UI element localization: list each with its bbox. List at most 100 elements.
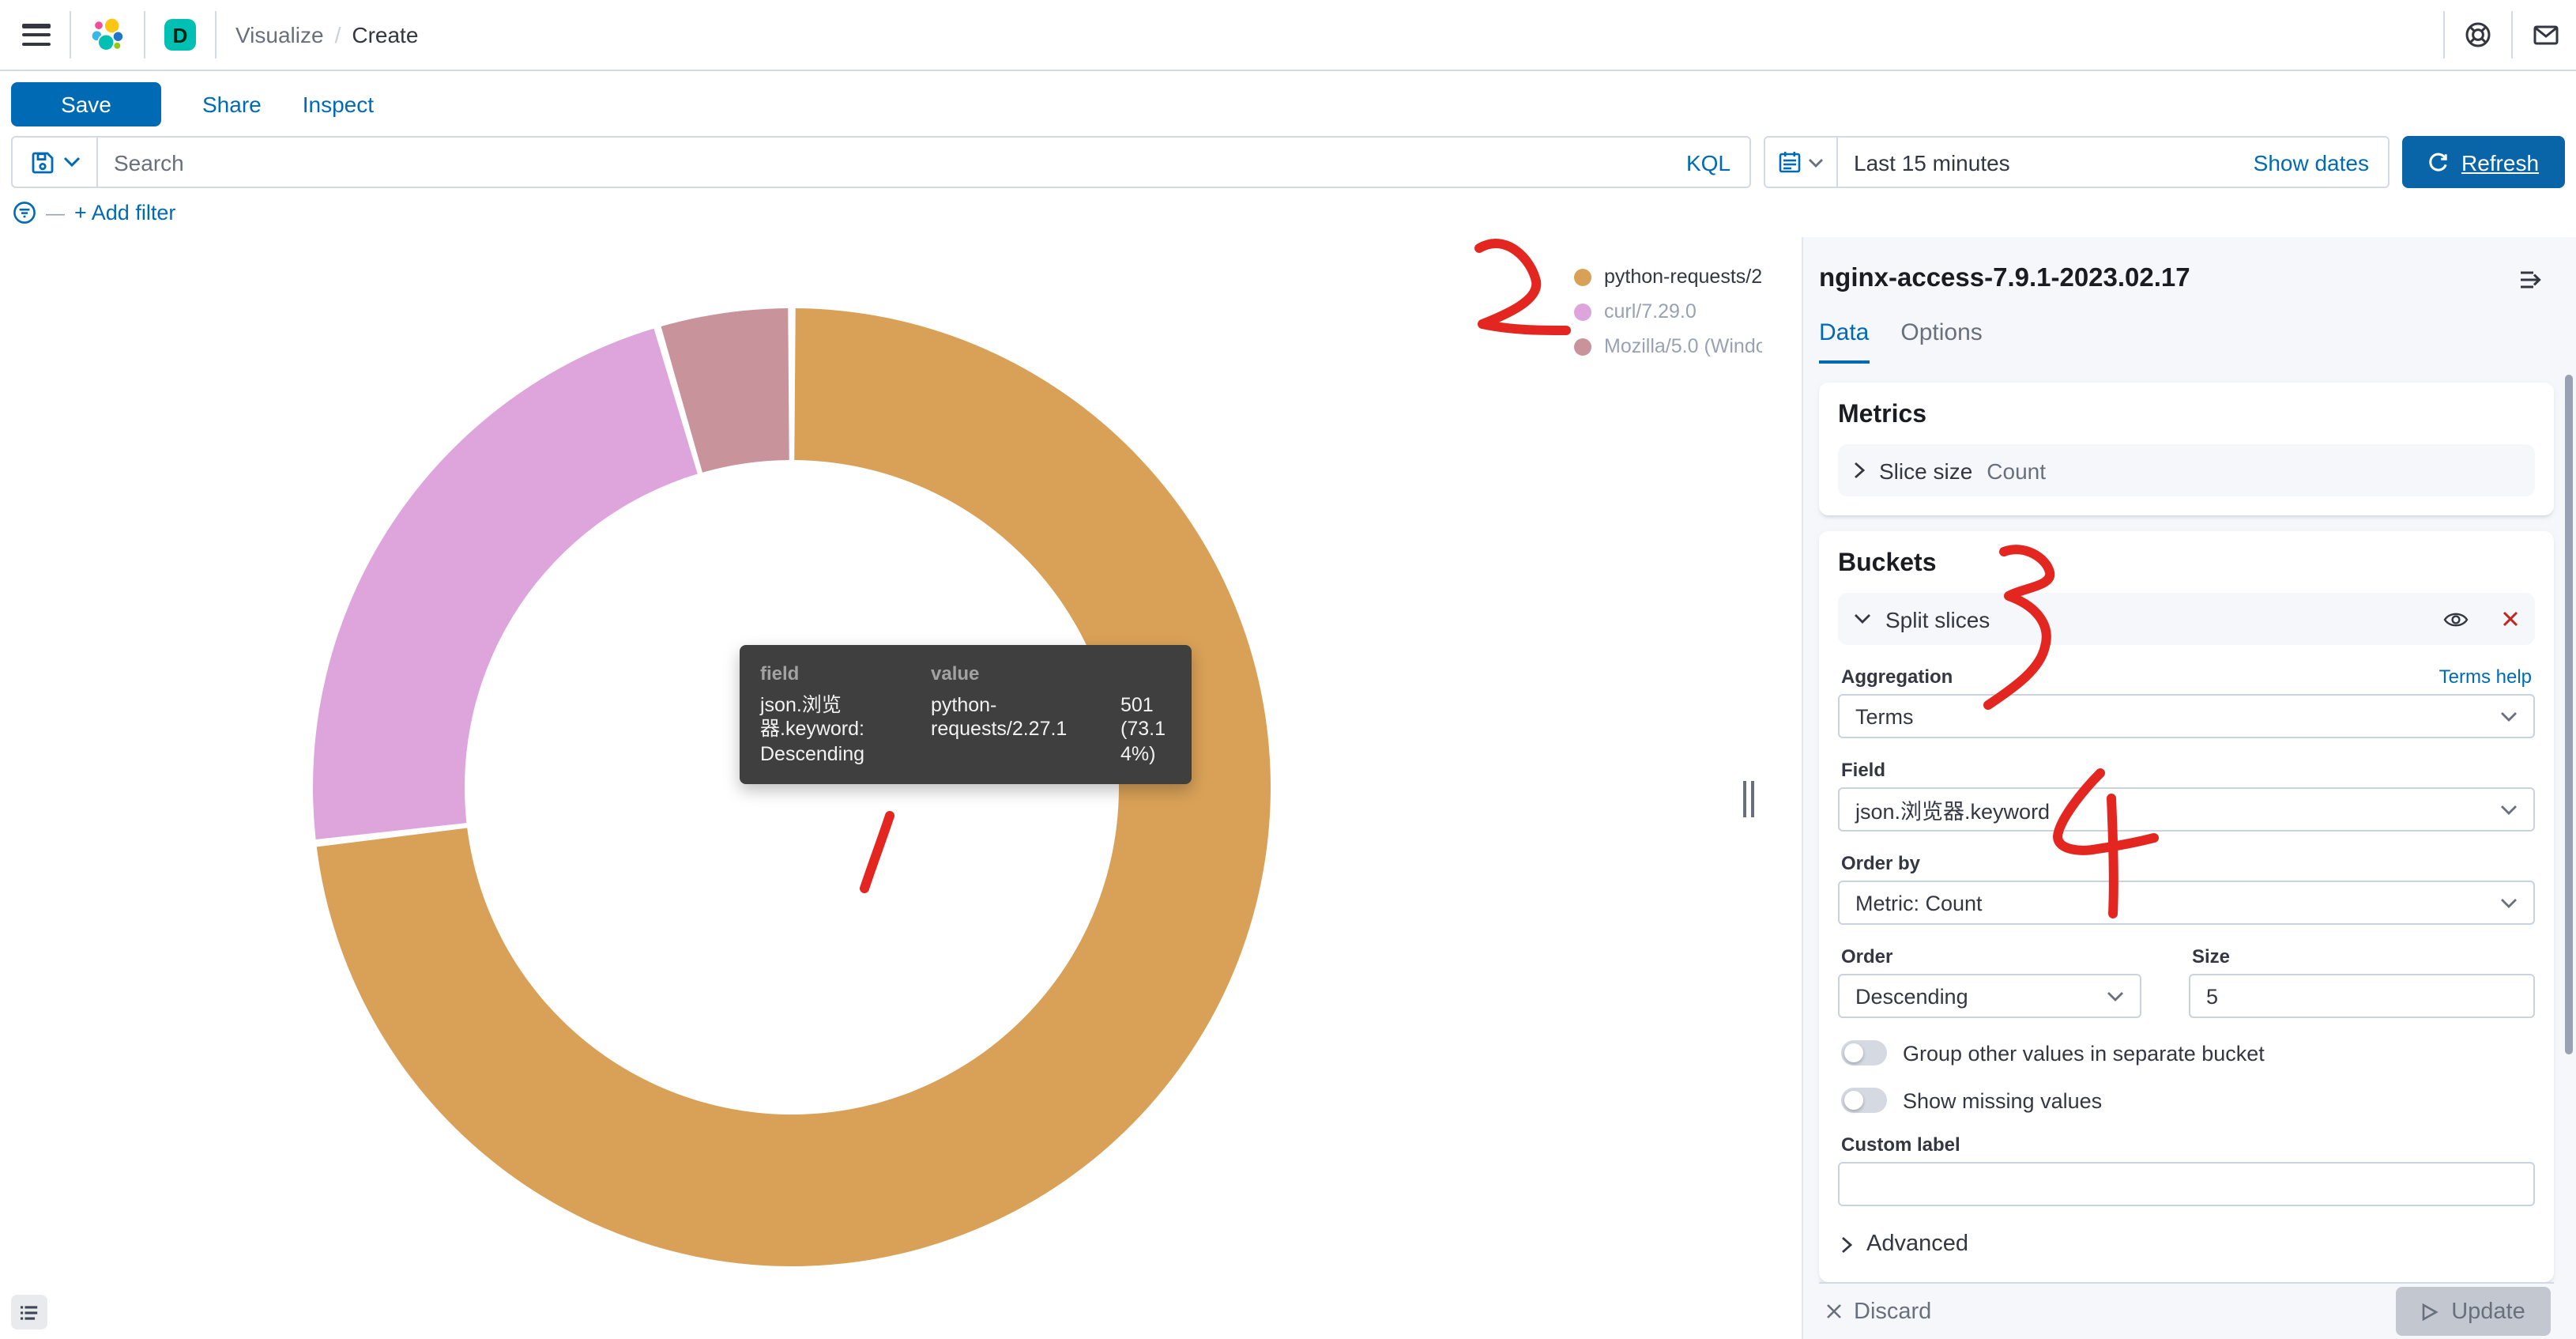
refresh-button[interactable]: Refresh xyxy=(2402,136,2565,188)
chevron-down-icon xyxy=(2500,897,2518,908)
metrics-card: Metrics Slice size Count xyxy=(1819,383,2554,515)
editor-tabs: Data Options xyxy=(1819,319,2554,364)
donut-chart[interactable] xyxy=(0,237,1802,1339)
custom-label-label: Custom label xyxy=(1841,1133,1960,1156)
update-button[interactable]: Update xyxy=(2396,1287,2551,1336)
list-icon xyxy=(21,1302,38,1322)
tooltip-value-cell: python-requests/2.27.1 xyxy=(931,694,1108,767)
toggle-off-icon xyxy=(1841,1040,1887,1066)
show-missing-toggle[interactable]: Show missing values xyxy=(1838,1088,2535,1113)
filter-icon[interactable] xyxy=(13,201,36,224)
divider xyxy=(215,11,217,58)
legend-item[interactable]: curl/7.29.0 xyxy=(1574,300,1762,322)
metrics-heading: Metrics xyxy=(1838,402,2535,430)
query-bar: KQL Last 15 minutes Show dates Refresh xyxy=(0,136,2576,188)
tab-options[interactable]: Options xyxy=(1900,319,1982,364)
calendar-icon xyxy=(1778,150,1802,174)
slice-size-label: Slice size xyxy=(1879,458,1972,483)
order-label: Order xyxy=(1841,945,1892,967)
legend-toggle-button[interactable] xyxy=(11,1295,47,1330)
aggregation-value: Terms xyxy=(1855,704,1914,728)
field-select[interactable]: json.浏览器.keyword xyxy=(1838,787,2535,832)
chevron-right-icon xyxy=(1854,462,1865,479)
chevron-down-icon xyxy=(1808,157,1824,167)
date-picker: Last 15 minutes Show dates xyxy=(1764,136,2390,188)
refresh-icon xyxy=(2428,151,2450,173)
space-badge[interactable]: D xyxy=(164,19,196,51)
tooltip-field-cell: json.浏览器.keyword: Descending xyxy=(760,694,918,767)
kibana-visualize-app: D Visualize / Create Save Share Inspect xyxy=(0,0,2576,1339)
collapse-panel-icon[interactable] xyxy=(2519,266,2544,292)
legend-label: curl/7.29.0 xyxy=(1604,300,1697,322)
play-icon xyxy=(2421,1302,2439,1321)
chevron-down-icon xyxy=(2500,711,2518,722)
legend-item[interactable]: Mozilla/5.0 (Window... xyxy=(1574,335,1762,357)
chevron-down-icon xyxy=(2107,990,2124,1001)
discard-button[interactable]: Discard xyxy=(1825,1299,1931,1324)
mail-icon[interactable] xyxy=(2532,21,2560,49)
panel-header: nginx-access-7.9.1-2023.02.17 xyxy=(1819,264,2554,294)
search-input[interactable] xyxy=(98,138,1667,187)
order-by-select[interactable]: Metric: Count xyxy=(1838,881,2535,925)
scrollbar-thumb[interactable] xyxy=(2565,375,2573,1054)
field-label: Field xyxy=(1841,759,1885,781)
group-other-label: Group other values in separate bucket xyxy=(1903,1041,2265,1065)
remove-bucket-icon[interactable] xyxy=(2502,610,2519,628)
menu-icon[interactable] xyxy=(22,24,51,46)
legend-label: python-requests/2.... xyxy=(1604,266,1762,288)
search-box: KQL xyxy=(11,136,1751,188)
inspect-button[interactable]: Inspect xyxy=(303,91,374,116)
discard-label: Discard xyxy=(1854,1299,1931,1324)
tab-data[interactable]: Data xyxy=(1819,319,1869,364)
help-icon[interactable] xyxy=(2464,21,2492,49)
legend-item[interactable]: python-requests/2.... xyxy=(1574,266,1762,288)
vis-editor-panel: nginx-access-7.9.1-2023.02.17 Data Optio… xyxy=(1802,237,2576,1339)
save-query-icon xyxy=(29,149,55,175)
legend-color-dot xyxy=(1574,268,1591,285)
breadcrumb: Visualize / Create xyxy=(235,22,418,47)
tooltip-field-header: field xyxy=(760,662,918,685)
panel-resize-handle[interactable] xyxy=(1743,781,1754,817)
close-icon xyxy=(1825,1303,1843,1320)
kql-button[interactable]: KQL xyxy=(1667,138,1749,187)
saved-query-menu-button[interactable] xyxy=(13,138,98,187)
size-label: Size xyxy=(2192,945,2230,967)
order-by-value: Metric: Count xyxy=(1855,891,1983,915)
eye-icon[interactable] xyxy=(2443,609,2469,628)
top-nav: D Visualize / Create xyxy=(0,0,2576,71)
show-dates-button[interactable]: Show dates xyxy=(2254,149,2388,175)
pie-slice[interactable] xyxy=(313,329,698,839)
buckets-heading: Buckets xyxy=(1838,550,2535,579)
order-value: Descending xyxy=(1855,984,1968,1008)
save-button[interactable]: Save xyxy=(11,81,161,126)
custom-label-input[interactable] xyxy=(1838,1162,2535,1206)
chevron-down-icon xyxy=(62,157,80,168)
order-select[interactable]: Descending xyxy=(1838,974,2141,1018)
breadcrumb-visualize[interactable]: Visualize xyxy=(235,22,324,47)
add-filter-button[interactable]: + Add filter xyxy=(74,201,175,224)
slice-size-value: Count xyxy=(1987,458,2046,483)
split-slices-accordion[interactable]: Split slices xyxy=(1838,593,2535,645)
legend-color-dot xyxy=(1574,338,1591,355)
editor-footer: Discard Update xyxy=(1819,1282,2554,1339)
advanced-accordion[interactable]: Advanced xyxy=(1841,1232,2532,1257)
divider xyxy=(2511,11,2513,58)
filter-dash: — xyxy=(46,202,65,224)
group-other-toggle[interactable]: Group other values in separate bucket xyxy=(1838,1040,2535,1066)
vis-toolbar: Save Share Inspect xyxy=(0,71,2576,136)
date-quick-select-button[interactable] xyxy=(1765,138,1838,187)
time-range-value[interactable]: Last 15 minutes xyxy=(1838,149,2010,175)
size-input[interactable] xyxy=(2189,974,2535,1018)
field-value: json.浏览器.keyword xyxy=(1855,794,2050,825)
split-slices-label: Split slices xyxy=(1885,606,1990,632)
advanced-label: Advanced xyxy=(1866,1232,1968,1257)
share-button[interactable]: Share xyxy=(202,91,262,116)
breadcrumb-separator: / xyxy=(335,22,341,47)
buckets-card: Buckets Split slices Aggregation Terms h… xyxy=(1819,531,2554,1282)
aggregation-select[interactable]: Terms xyxy=(1838,694,2535,738)
slice-size-accordion[interactable]: Slice size Count xyxy=(1838,444,2535,496)
elastic-logo-icon[interactable] xyxy=(90,17,125,52)
refresh-label: Refresh xyxy=(2461,149,2539,175)
terms-help-link[interactable]: Terms help xyxy=(2439,666,2532,688)
chevron-down-icon xyxy=(1854,613,1871,624)
